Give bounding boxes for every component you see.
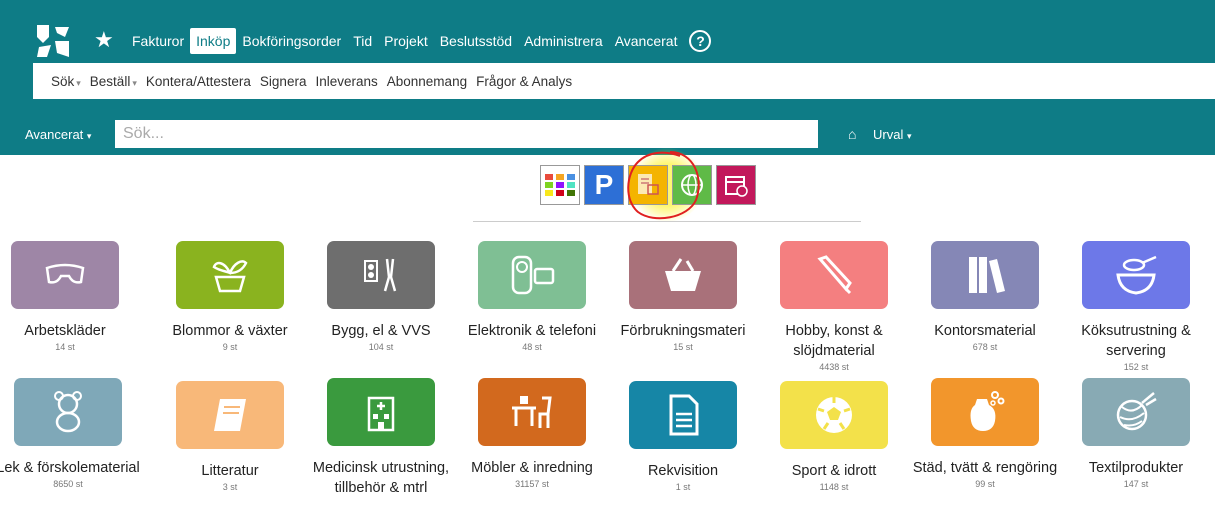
category-name: Köksutrustning & servering (1081, 323, 1191, 359)
book-icon (176, 381, 284, 449)
category-textilprodukter[interactable]: Textilprodukter 147 st (1061, 378, 1211, 489)
category-mobler-inredning[interactable]: Möbler & inredning 31157 st (457, 378, 607, 489)
category-koksutrustning-servering[interactable]: Köksutrustning & servering 152 st (1061, 241, 1211, 372)
category-count: 99 st (975, 479, 995, 489)
category-name: Lek & förskolematerial (0, 460, 140, 476)
category-name: Blommor & växter (172, 323, 288, 339)
category-count: 104 st (368, 342, 394, 352)
category-count: 1 st (675, 482, 691, 492)
category-bygg-el-vvs[interactable]: Bygg, el & VVS 104 st (306, 241, 456, 352)
category-name: Medicinsk utrustning, tillbehör & mtrl (312, 460, 450, 496)
category-count: 1148 st (819, 482, 849, 492)
document-icon (629, 381, 737, 449)
plant-icon (176, 241, 284, 309)
category-name: Bygg, el & VVS (331, 323, 431, 339)
category-name: Textilprodukter (1088, 460, 1184, 476)
category-count: 4438 st (819, 362, 849, 372)
category-sport-idrott[interactable]: Sport & idrott 1148 st (759, 381, 909, 492)
hospital-icon (327, 378, 435, 446)
category-stad-tvatt-rengoring[interactable]: Städ, tvätt & rengöring 99 st (910, 378, 1060, 489)
desk-icon (478, 378, 586, 446)
category-count: 152 st (1123, 362, 1149, 372)
category-count: 14 st (55, 342, 75, 352)
teddy-bear-icon (14, 378, 122, 446)
category-count: 3 st (222, 482, 238, 492)
category-name: Sport & idrott (791, 463, 877, 479)
phone-icon (478, 241, 586, 309)
category-arbetsklader[interactable]: Arbetskläder 14 st (0, 241, 140, 352)
category-medicinsk-utrustning[interactable]: Medicinsk utrustning, tillbehör & mtrl (306, 378, 456, 499)
category-name: Rekvisition (647, 463, 719, 479)
goggles-icon (11, 241, 119, 309)
category-count: 9 st (222, 342, 238, 352)
yarn-icon (1082, 378, 1190, 446)
category-hobby-konst-slojdmaterial[interactable]: Hobby, konst & slöjdmaterial 4438 st (759, 241, 909, 372)
category-name: Städ, tvätt & rengöring (912, 460, 1058, 476)
category-grid: Arbetskläder 14 st Blommor & växter 9 st… (0, 0, 1215, 522)
category-name: Hobby, konst & slöjdmaterial (785, 323, 883, 359)
category-count: 147 st (1123, 479, 1149, 489)
category-name: Litteratur (201, 463, 259, 479)
category-name: Arbetskläder (24, 323, 106, 339)
category-name: Förbrukningsmateri (620, 323, 746, 339)
basket-icon (629, 241, 737, 309)
category-blommor-vaxter[interactable]: Blommor & växter 9 st (155, 241, 305, 352)
category-elektronik-telefoni[interactable]: Elektronik & telefoni 48 st (457, 241, 607, 352)
category-name: Kontorsmaterial (934, 323, 1036, 339)
category-count: 15 st (673, 342, 693, 352)
football-icon (780, 381, 888, 449)
category-litteratur[interactable]: Litteratur 3 st (155, 381, 305, 492)
category-name: Möbler & inredning (471, 460, 593, 476)
category-lek-forskolematerial[interactable]: Lek & förskolematerial 8650 st (0, 378, 143, 489)
category-name: Elektronik & telefoni (467, 323, 597, 339)
category-rekvisition[interactable]: Rekvisition 1 st (608, 381, 758, 492)
category-forbrukningsmaterial[interactable]: Förbrukningsmateri 15 st (608, 241, 758, 352)
category-count: 678 st (972, 342, 998, 352)
detergent-icon (931, 378, 1039, 446)
category-count: 48 st (522, 342, 542, 352)
category-count: 31157 st (515, 479, 549, 489)
bowl-icon (1082, 241, 1190, 309)
paint-tube-icon (780, 241, 888, 309)
category-count: 8650 st (53, 479, 83, 489)
tools-icon (327, 241, 435, 309)
binders-icon (931, 241, 1039, 309)
category-kontorsmaterial[interactable]: Kontorsmaterial 678 st (910, 241, 1060, 352)
